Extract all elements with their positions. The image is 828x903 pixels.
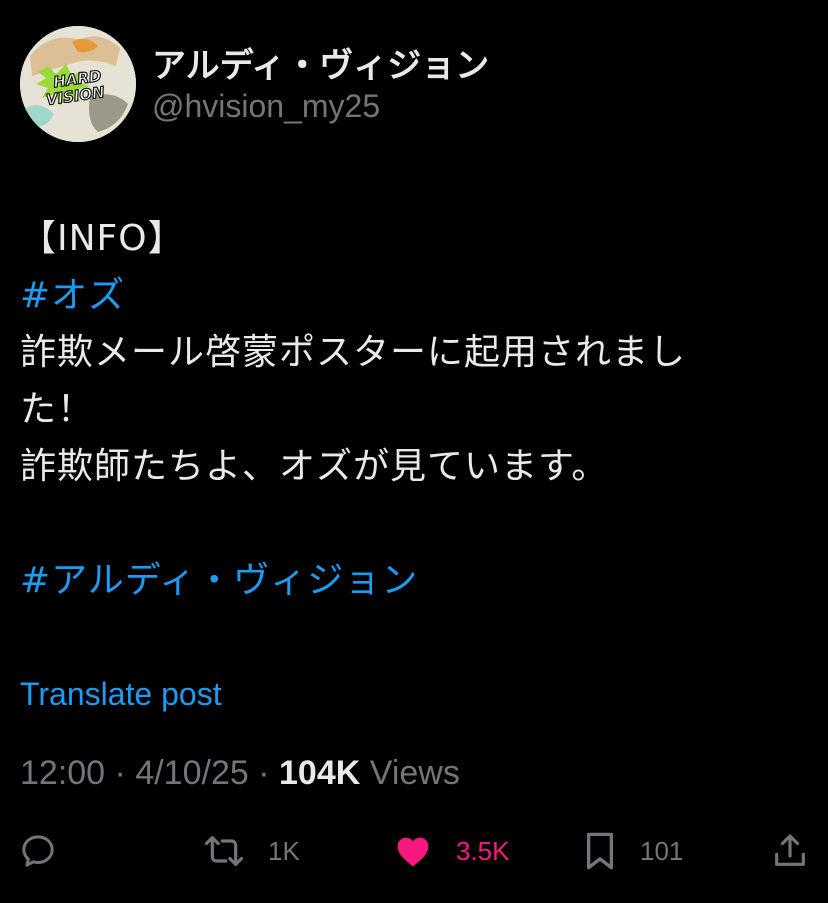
share-button[interactable] bbox=[770, 826, 810, 876]
post-time[interactable]: 12:00 bbox=[20, 754, 105, 792]
post-line: 詐欺師たちよ、オズが見ています。 bbox=[20, 446, 609, 487]
post-meta: 12:00 · 4/10/25 · 104K Views bbox=[20, 754, 460, 793]
like-button[interactable]: 3.5K bbox=[392, 826, 510, 876]
post-date[interactable]: 4/10/25 bbox=[135, 754, 248, 792]
repost-count: 1K bbox=[268, 835, 300, 866]
bookmark-button[interactable]: 101 bbox=[582, 826, 683, 876]
translate-post-link[interactable]: Translate post bbox=[20, 676, 222, 713]
reply-button[interactable] bbox=[18, 826, 58, 876]
share-icon bbox=[775, 834, 805, 866]
hashtag-link[interactable]: #オズ bbox=[20, 267, 810, 324]
bookmark-count: 101 bbox=[640, 835, 684, 866]
meta-separator: · bbox=[114, 754, 136, 792]
post-line: 【INFO】 bbox=[20, 218, 185, 259]
reply-icon bbox=[22, 835, 54, 867]
meta-separator: · bbox=[258, 754, 280, 792]
like-count: 3.5K bbox=[456, 835, 510, 866]
hashtag-link[interactable]: #アルディ・ヴィジョン bbox=[20, 552, 810, 609]
post-line: た！ bbox=[20, 389, 95, 430]
author-handle[interactable]: @hvision_my25 bbox=[152, 88, 380, 125]
hard-vision-logo-icon: HARD VISION bbox=[20, 26, 136, 142]
author-display-name[interactable]: アルディ・ヴィジョン bbox=[152, 38, 489, 87]
action-bar: 1K 3.5K 101 bbox=[0, 826, 828, 876]
bookmark-icon bbox=[586, 832, 614, 870]
repost-button[interactable]: 1K bbox=[202, 826, 300, 876]
repost-icon bbox=[204, 836, 244, 866]
post-header: HARD VISION アルディ・ヴィジョン @hvision_my25 bbox=[20, 24, 808, 144]
views-count[interactable]: 104K bbox=[279, 754, 360, 792]
heart-icon bbox=[397, 837, 429, 867]
views-label: Views bbox=[369, 754, 460, 792]
post-line: 詐欺メール啓蒙ポスターに起用されまし bbox=[20, 332, 687, 373]
post-text: 【INFO】 #オズ 詐欺メール啓蒙ポスターに起用されまし た！ 詐欺師たちよ、… bbox=[20, 210, 810, 609]
avatar[interactable]: HARD VISION bbox=[20, 26, 136, 142]
